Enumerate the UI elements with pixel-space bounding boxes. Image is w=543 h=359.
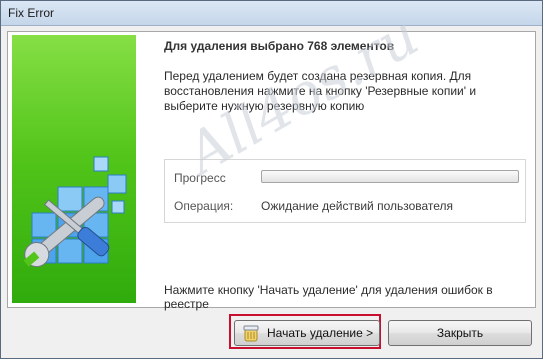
operation-status: Ожидание действий пользователя xyxy=(261,199,454,213)
start-removal-button[interactable]: Начать удаление > xyxy=(234,320,380,346)
registry-repair-icon xyxy=(23,156,127,268)
recycle-bin-icon xyxy=(243,325,259,342)
selection-heading: Для удаления выбрано 768 элементов xyxy=(164,39,395,53)
progress-bar xyxy=(261,170,519,183)
close-button[interactable]: Закрыть xyxy=(388,320,532,346)
start-removal-label: Начать удаление > xyxy=(267,326,374,340)
progress-group: Прогресс Операция: Ожидание действий пол… xyxy=(164,159,526,223)
title-bar[interactable]: Fix Error xyxy=(1,1,542,26)
backup-info-text: Перед удалением будет создана резервная … xyxy=(164,69,477,113)
progress-label: Прогресс xyxy=(174,171,226,185)
window-title: Fix Error xyxy=(8,6,54,20)
start-hint-text: Нажмите кнопку 'Начать удаление' для уда… xyxy=(164,283,493,311)
side-banner xyxy=(12,35,136,303)
operation-label: Операция: xyxy=(174,199,234,213)
fix-error-window: Fix Error Для удаления выбрано 768 элеме… xyxy=(0,0,543,359)
content-panel: Для удаления выбрано 768 элементов Перед… xyxy=(7,31,536,311)
